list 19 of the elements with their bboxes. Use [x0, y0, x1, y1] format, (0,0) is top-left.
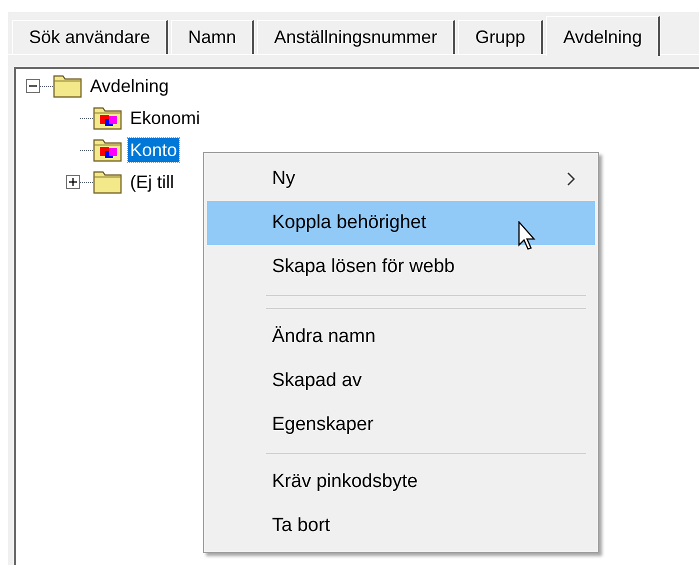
collapse-icon[interactable]: [26, 79, 40, 93]
menu-item[interactable]: Skapa lösen för webb: [207, 245, 595, 289]
menu-item[interactable]: Ändra namn: [207, 315, 595, 359]
tab[interactable]: Namn: [171, 20, 254, 54]
tab[interactable]: Sök användare: [12, 20, 168, 54]
tab[interactable]: Avdelning: [546, 16, 660, 56]
tab[interactable]: Grupp: [458, 20, 544, 54]
menu-item[interactable]: Egenskaper: [207, 403, 595, 447]
expand-icon[interactable]: [66, 175, 80, 189]
tree-item[interactable]: Konto: [128, 138, 180, 162]
menu-item[interactable]: Skapad av: [207, 359, 595, 403]
mouse-pointer-icon: [518, 221, 538, 251]
tree-item[interactable]: Ekonomi: [128, 106, 202, 130]
tree-item[interactable]: (Ej till: [128, 170, 176, 194]
menu-item[interactable]: Ny: [207, 157, 595, 201]
menu-item[interactable]: Kräv pinkodsbyte: [207, 460, 595, 504]
tree-item[interactable]: Avdelning: [88, 74, 171, 98]
menu-item[interactable]: Ta bort: [207, 504, 595, 548]
tab[interactable]: Anställningsnummer: [257, 20, 456, 54]
